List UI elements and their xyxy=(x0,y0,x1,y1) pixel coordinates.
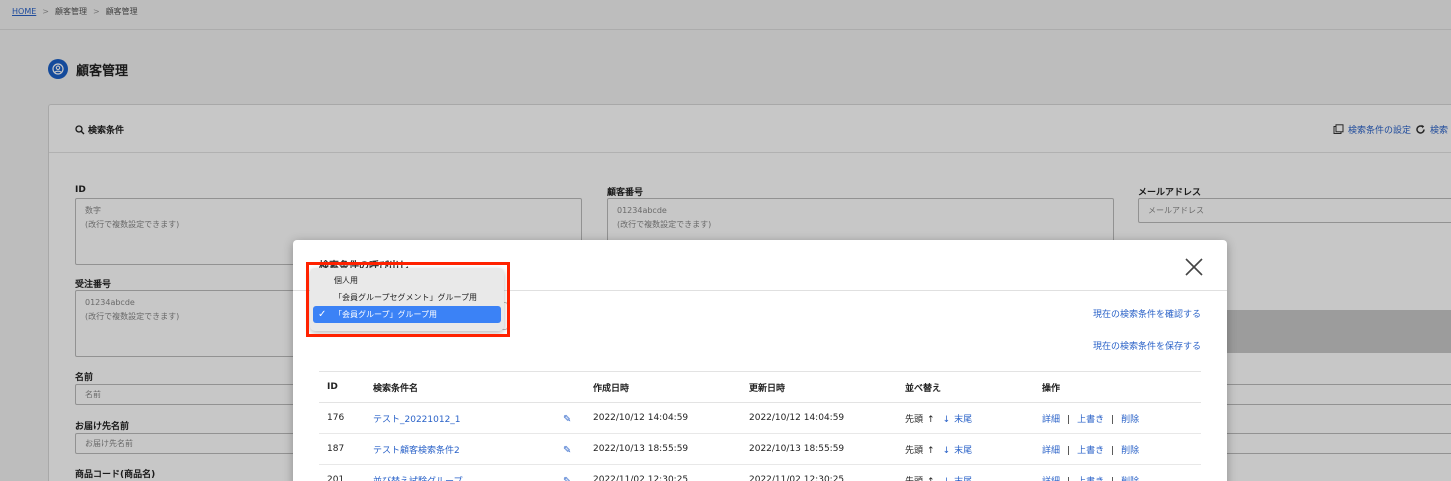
column-header-name: 検索条件名 xyxy=(365,371,585,403)
detail-link[interactable]: 詳細 xyxy=(1042,477,1060,481)
row-sort: 先頭 ↑ ↓末尾 xyxy=(897,464,1034,481)
move-down-arrow-icon[interactable]: ↓ xyxy=(943,446,951,456)
row-name-cell: テスト_20221012_1 ✎ xyxy=(365,402,585,434)
condition-name-link[interactable]: テスト_20221012_1 xyxy=(373,412,563,425)
action-separator: | xyxy=(1067,477,1070,481)
row-created: 2022/10/12 14:04:59 xyxy=(585,402,741,434)
close-button[interactable] xyxy=(1183,256,1205,278)
sort-first-label: 先頭 xyxy=(905,477,923,481)
row-actions: 詳細 | 上書き | 削除 xyxy=(1034,433,1201,465)
table-row: 201並び替え試験グループ✎2022/11/02 12:30:252022/11… xyxy=(319,464,1201,481)
delete-link[interactable]: 削除 xyxy=(1121,477,1139,481)
action-separator: | xyxy=(1067,445,1071,456)
edit-pencil-icon[interactable]: ✎ xyxy=(563,414,571,425)
sort-first-label: 先頭 xyxy=(905,445,924,456)
column-header-actions: 操作 xyxy=(1034,371,1201,403)
sort-first-label: 先頭 xyxy=(905,414,924,425)
overwrite-link[interactable]: 上書き xyxy=(1077,415,1104,425)
row-id: 187 xyxy=(319,433,365,465)
confirm-conditions-link[interactable]: 現在の検索条件を確認する xyxy=(1093,307,1201,320)
row-sort: 先頭↑ ↓末尾 xyxy=(897,402,1034,434)
row-created: 2022/11/02 12:30:25 xyxy=(585,464,741,481)
detail-link[interactable]: 詳細 xyxy=(1042,446,1060,456)
overwrite-link[interactable]: 上書き xyxy=(1077,446,1104,456)
saved-conditions-table: ID 検索条件名 作成日時 更新日時 並べ替え 操作 176 テスト_202210… xyxy=(319,371,1201,481)
row-actions: 詳細 | 上書き | 削除 xyxy=(1034,464,1201,481)
save-conditions-link[interactable]: 現在の検索条件を保存する xyxy=(1093,339,1201,352)
table-row: 176 テスト_20221012_1 ✎ 2022/10/12 14:04:59 202… xyxy=(319,402,1201,434)
row-name-cell: 並び替え試験グループ✎ xyxy=(365,464,585,481)
action-separator: | xyxy=(1067,414,1071,425)
row-updated: 2022/10/13 18:55:59 xyxy=(741,433,897,465)
overwrite-link[interactable]: 上書き xyxy=(1077,477,1104,481)
delete-link[interactable]: 削除 xyxy=(1121,415,1139,425)
table-header-row: ID 検索条件名 作成日時 更新日時 並べ替え 操作 xyxy=(319,371,1201,403)
row-updated: 2022/11/02 12:30:25 xyxy=(741,464,897,481)
row-created: 2022/10/13 18:55:59 xyxy=(585,433,741,465)
action-separator: | xyxy=(1111,477,1114,481)
column-header-created: 作成日時 xyxy=(585,371,741,403)
move-up-arrow-icon[interactable]: ↑ xyxy=(927,477,935,481)
column-header-updated: 更新日時 xyxy=(741,371,897,403)
sort-last-link[interactable]: 末尾 xyxy=(954,415,972,425)
column-header-sort: 並べ替え xyxy=(897,371,1034,403)
highlight-annotation-box xyxy=(306,262,510,337)
row-actions: 詳細 | 上書き | 削除 xyxy=(1034,402,1201,434)
action-separator: | xyxy=(1111,445,1115,456)
condition-name-link[interactable]: テスト顧客検索条件2 xyxy=(373,443,563,456)
row-sort: 先頭↑ ↓末尾 xyxy=(897,433,1034,465)
move-down-arrow-icon[interactable]: ↓ xyxy=(943,477,951,481)
table-row: 187 テスト顧客検索条件2 ✎ 2022/10/13 18:55:59 2022/10… xyxy=(319,433,1201,465)
edit-pencil-icon[interactable]: ✎ xyxy=(563,476,571,481)
row-id: 176 xyxy=(319,402,365,434)
row-updated: 2022/10/12 14:04:59 xyxy=(741,402,897,434)
move-down-arrow-icon[interactable]: ↓ xyxy=(943,415,951,425)
sort-last-link[interactable]: 末尾 xyxy=(954,477,972,481)
detail-link[interactable]: 詳細 xyxy=(1042,415,1060,425)
table-body: 176 テスト_20221012_1 ✎ 2022/10/12 14:04:59 202… xyxy=(319,402,1201,481)
sort-last-link[interactable]: 末尾 xyxy=(954,446,972,456)
row-name-cell: テスト顧客検索条件2 ✎ xyxy=(365,433,585,465)
delete-link[interactable]: 削除 xyxy=(1121,446,1139,456)
action-separator: | xyxy=(1111,414,1115,425)
close-icon xyxy=(1185,258,1203,276)
move-up-arrow-icon[interactable]: ↑ xyxy=(927,446,935,456)
edit-pencil-icon[interactable]: ✎ xyxy=(563,445,571,456)
move-up-arrow-icon[interactable]: ↑ xyxy=(927,415,935,425)
column-header-id: ID xyxy=(319,371,365,403)
row-id: 201 xyxy=(319,464,365,481)
condition-name-link[interactable]: 並び替え試験グループ xyxy=(373,474,563,481)
